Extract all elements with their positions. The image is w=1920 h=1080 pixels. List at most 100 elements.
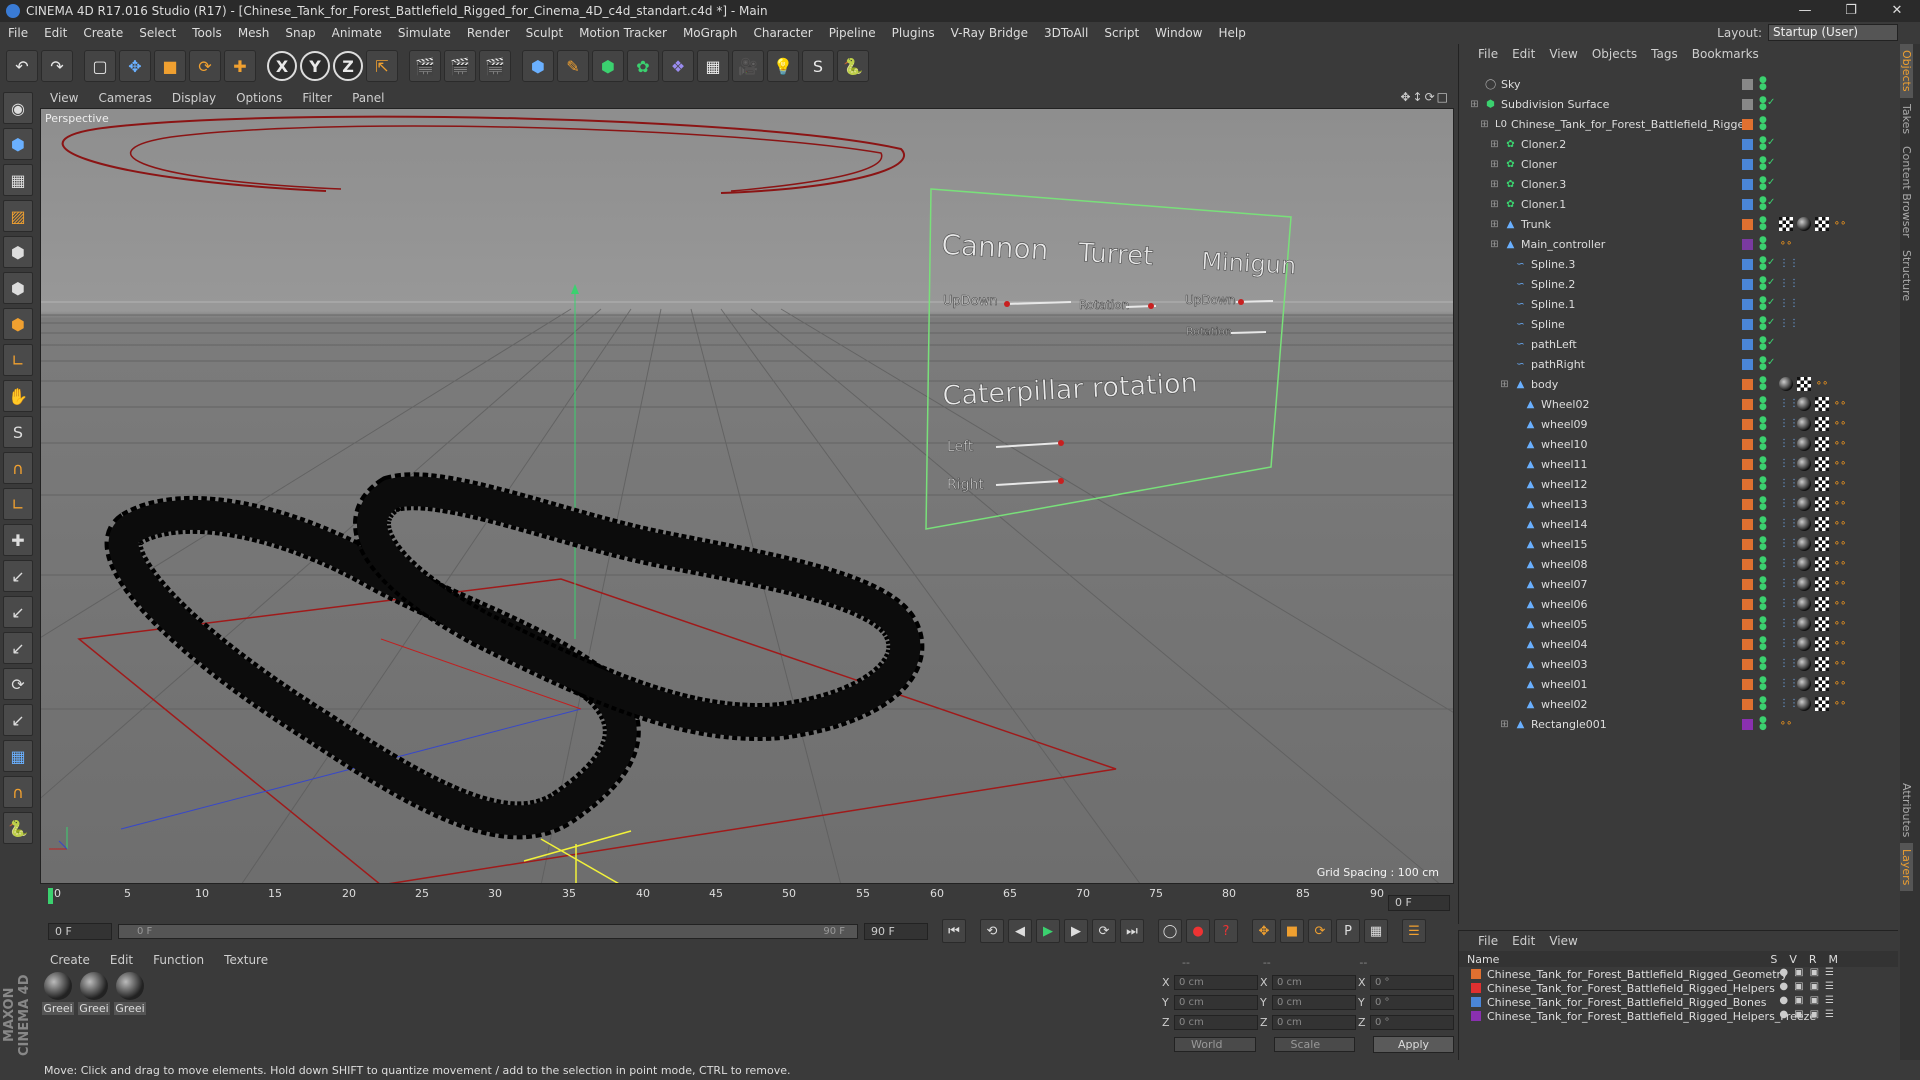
enabled-check-icon[interactable]: ✓: [1767, 137, 1775, 148]
visibility-dots-icon[interactable]: ● ●: [1759, 436, 1767, 452]
viewport-navigation-icons[interactable]: ✥↕⟳□: [1400, 90, 1450, 104]
expand-toggle-icon[interactable]: ⊞: [1499, 379, 1510, 390]
weight-tag-icon[interactable]: ∘∘: [1833, 497, 1847, 511]
weight-tag-icon[interactable]: ∘∘: [1833, 677, 1847, 691]
weight-tag-icon[interactable]: ∘∘: [1779, 237, 1793, 251]
object-row[interactable]: ⊞ ✿ Cloner.1 ● ● ✓: [1459, 194, 1899, 214]
expand-toggle-icon[interactable]: [1469, 79, 1480, 90]
tab-attributes[interactable]: Attributes: [1900, 777, 1913, 843]
layer-color-swatch[interactable]: [1742, 399, 1753, 410]
texture-tag-icon[interactable]: [1815, 657, 1829, 671]
material-menu-texture[interactable]: Texture: [214, 953, 278, 967]
texture-tag-icon[interactable]: [1779, 217, 1793, 231]
selection-tag-icon[interactable]: ⋮⋮: [1779, 697, 1799, 711]
sketch-toon-icon[interactable]: S: [802, 50, 834, 82]
visibility-dots-icon[interactable]: ● ●: [1759, 356, 1767, 372]
visibility-dots-icon[interactable]: ● ●: [1759, 616, 1767, 632]
timeline-playhead[interactable]: [48, 888, 53, 904]
menu-3dtoall[interactable]: 3DToAll: [1036, 26, 1096, 40]
apply-button[interactable]: Apply: [1373, 1036, 1454, 1053]
visibility-dots-icon[interactable]: ● ●: [1759, 196, 1767, 212]
menu-render[interactable]: Render: [459, 26, 518, 40]
material-tag-icon[interactable]: [1797, 457, 1811, 471]
texture-tag-icon[interactable]: [1815, 557, 1829, 571]
weight-tag-icon[interactable]: ∘∘: [1815, 377, 1829, 391]
object-row[interactable]: ⊞ ⬢ Subdivision Surface ● ● ✓: [1459, 94, 1899, 114]
layer-color-swatch[interactable]: [1742, 419, 1753, 430]
render-settings-icon[interactable]: 🎬: [479, 50, 511, 82]
menu-create[interactable]: Create: [75, 26, 131, 40]
expand-toggle-icon[interactable]: ⊞: [1489, 219, 1500, 230]
layer-color-swatch[interactable]: [1742, 159, 1753, 170]
enabled-check-icon[interactable]: ✓: [1767, 257, 1775, 268]
coordinate-mode-dropdown[interactable]: Scale: [1273, 1037, 1356, 1052]
object-row[interactable]: ▲ wheel06 ● ● ⋮⋮ ∘∘: [1459, 594, 1899, 614]
layer-color-swatch[interactable]: [1742, 479, 1753, 490]
selection-tag-icon[interactable]: ⋮⋮: [1779, 577, 1799, 591]
visibility-dots-icon[interactable]: ● ●: [1759, 116, 1767, 132]
magnet-icon[interactable]: ∩: [3, 452, 33, 484]
points-mode-icon[interactable]: ⬢: [3, 236, 33, 268]
menu-help[interactable]: Help: [1210, 26, 1253, 40]
subdivision-icon[interactable]: ⬢: [592, 50, 624, 82]
workplane-lock-icon[interactable]: ✚: [3, 524, 33, 556]
expand-toggle-icon[interactable]: [1509, 639, 1520, 650]
layer-color-swatch[interactable]: [1742, 579, 1753, 590]
material-tag-icon[interactable]: [1797, 637, 1811, 651]
layer-color-swatch[interactable]: [1742, 119, 1753, 130]
selection-tag-icon[interactable]: ⋮⋮: [1779, 597, 1799, 611]
preview-range-slider[interactable]: 0 F 90 F: [118, 923, 858, 939]
tab-objects[interactable]: Objects: [1900, 44, 1913, 98]
edges-mode-icon[interactable]: ⬢: [3, 272, 33, 304]
layer-color-swatch[interactable]: [1742, 219, 1753, 230]
menu-edit[interactable]: Edit: [36, 26, 75, 40]
object-row[interactable]: ▲ wheel08 ● ● ⋮⋮ ∘∘: [1459, 554, 1899, 574]
layer-color-swatch[interactable]: [1742, 459, 1753, 470]
layer-color-swatch[interactable]: [1471, 1011, 1481, 1021]
layer-color-swatch[interactable]: [1742, 619, 1753, 630]
visibility-dots-icon[interactable]: ● ●: [1759, 256, 1767, 272]
object-row[interactable]: ∽ pathLeft ● ● ✓: [1459, 334, 1899, 354]
menu-simulate[interactable]: Simulate: [390, 26, 459, 40]
layer-color-swatch[interactable]: [1742, 599, 1753, 610]
object-row[interactable]: ▲ wheel11 ● ● ⋮⋮ ∘∘: [1459, 454, 1899, 474]
size-y-field[interactable]: 0 cm: [1272, 994, 1356, 1010]
material-tag-icon[interactable]: [1797, 437, 1811, 451]
layer-color-swatch[interactable]: [1742, 99, 1753, 110]
expand-toggle-icon[interactable]: [1509, 619, 1520, 630]
selection-tag-icon[interactable]: ⋮⋮: [1779, 477, 1799, 491]
expand-toggle-icon[interactable]: ⊞: [1489, 199, 1500, 210]
selection-tag-icon[interactable]: ⋮⋮: [1779, 617, 1799, 631]
enabled-check-icon[interactable]: ✓: [1767, 97, 1775, 108]
visibility-dots-icon[interactable]: ● ●: [1759, 536, 1767, 552]
position-y-field[interactable]: 0 cm: [1174, 994, 1258, 1010]
expand-toggle-icon[interactable]: [1509, 539, 1520, 550]
layer-color-swatch[interactable]: [1742, 559, 1753, 570]
weight-tag-icon[interactable]: ∘∘: [1833, 617, 1847, 631]
object-row[interactable]: ◯ Sky ● ●: [1459, 74, 1899, 94]
material-tag-icon[interactable]: [1797, 537, 1811, 551]
object-row[interactable]: ⊞ ✿ Cloner.3 ● ● ✓: [1459, 174, 1899, 194]
position-z-field[interactable]: 0 cm: [1174, 1014, 1258, 1030]
current-frame-field[interactable]: 0 F: [1388, 895, 1450, 911]
weight-tag-icon[interactable]: ∘∘: [1833, 557, 1847, 571]
expand-toggle-icon[interactable]: [1499, 359, 1510, 370]
visibility-dots-icon[interactable]: ● ●: [1759, 376, 1767, 392]
enabled-check-icon[interactable]: ✓: [1767, 157, 1775, 168]
layer-flag-icons[interactable]: ●▣▣☰: [1779, 981, 1840, 992]
visibility-dots-icon[interactable]: ● ●: [1759, 516, 1767, 532]
visibility-dots-icon[interactable]: ● ●: [1759, 316, 1767, 332]
expand-toggle-icon[interactable]: [1509, 399, 1520, 410]
knife-tool-icon[interactable]: ↙: [3, 704, 33, 736]
material-tag-icon[interactable]: [1797, 217, 1811, 231]
material-tag-icon[interactable]: [1797, 417, 1811, 431]
viewport-menu-display[interactable]: Display: [162, 91, 226, 105]
object-row[interactable]: ▲ wheel02 ● ● ⋮⋮ ∘∘: [1459, 694, 1899, 714]
material-tag-icon[interactable]: [1797, 657, 1811, 671]
goto-start-icon[interactable]: ⏮: [942, 919, 966, 943]
undo-icon[interactable]: ↶: [6, 50, 38, 82]
goto-end-icon[interactable]: ⏭: [1120, 919, 1144, 943]
enabled-check-icon[interactable]: ✓: [1767, 337, 1775, 348]
menu-mesh[interactable]: Mesh: [230, 26, 278, 40]
menu-pipeline[interactable]: Pipeline: [821, 26, 884, 40]
